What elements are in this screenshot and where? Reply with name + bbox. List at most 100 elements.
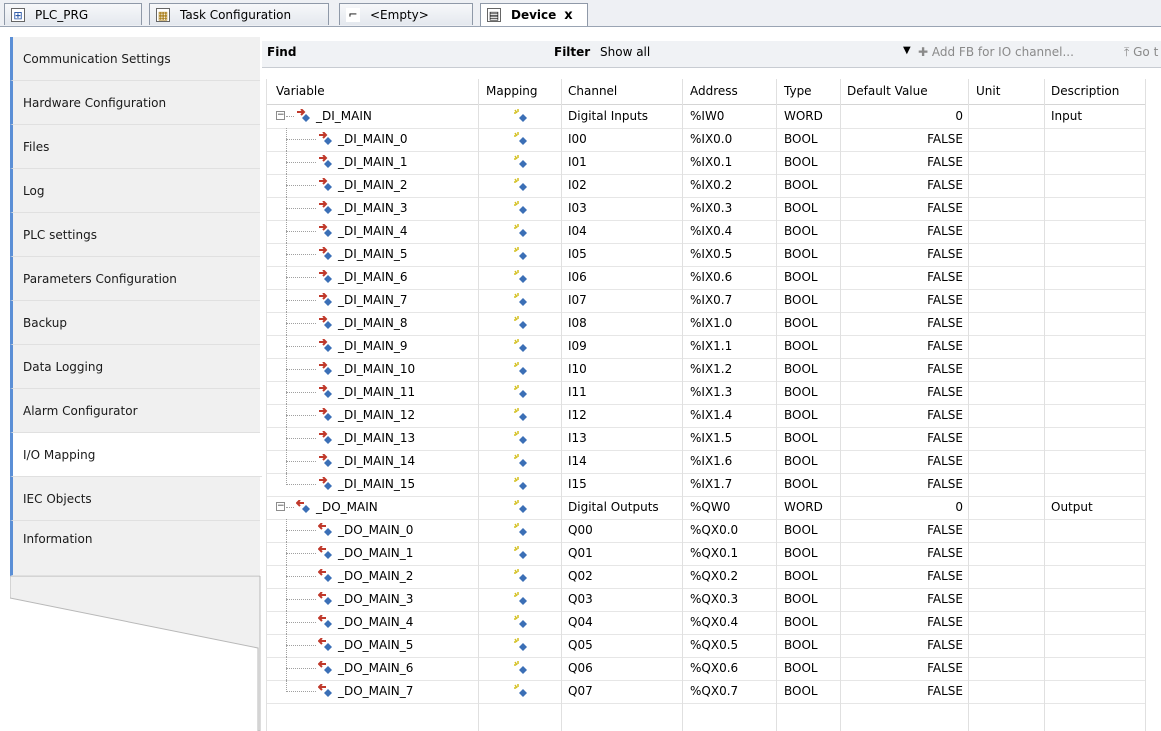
create-variable-mapping-icon[interactable]: [513, 523, 529, 537]
table-group-row[interactable]: − _DI_MAIN Digital Inputs %IW0 WORD 0 Input: [266, 105, 1146, 129]
column-header-channel[interactable]: Channel: [568, 84, 617, 98]
sidebar-item-backup[interactable]: Backup: [10, 301, 260, 345]
column-divider: [1044, 79, 1045, 731]
column-header-type[interactable]: Type: [784, 84, 812, 98]
column-header-unit[interactable]: Unit: [976, 84, 1000, 98]
create-variable-mapping-icon[interactable]: [513, 178, 529, 192]
filter-select[interactable]: Show all: [600, 45, 650, 59]
create-variable-mapping-icon[interactable]: [513, 431, 529, 445]
table-row[interactable]: _DO_MAIN_4 Q04 %QX0.4 BOOL FALSE: [266, 611, 1146, 635]
column-header-address[interactable]: Address: [690, 84, 738, 98]
create-variable-mapping-icon[interactable]: [513, 592, 529, 606]
create-variable-mapping-icon[interactable]: [513, 224, 529, 238]
sidebar-item-information[interactable]: Information: [10, 521, 260, 576]
table-row[interactable]: _DI_MAIN_3 I03 %IX0.3 BOOL FALSE: [266, 197, 1146, 221]
create-variable-mapping-icon[interactable]: [513, 270, 529, 284]
sidebar-item-log[interactable]: Log: [10, 169, 260, 213]
table-row[interactable]: _DI_MAIN_0 I00 %IX0.0 BOOL FALSE: [266, 128, 1146, 152]
table-row[interactable]: _DI_MAIN_8 I08 %IX1.0 BOOL FALSE: [266, 312, 1146, 336]
table-row[interactable]: _DI_MAIN_1 I01 %IX0.1 BOOL FALSE: [266, 151, 1146, 175]
address-cell: %IX0.5: [690, 247, 733, 261]
table-row[interactable]: _DO_MAIN_7 Q07 %QX0.7 BOOL FALSE: [266, 680, 1146, 704]
table-row[interactable]: _DI_MAIN_15 I15 %IX1.7 BOOL FALSE: [266, 473, 1146, 497]
table-row[interactable]: _DO_MAIN_1 Q01 %QX0.1 BOOL FALSE: [266, 542, 1146, 566]
sidebar-item-plc-settings[interactable]: PLC settings: [10, 213, 260, 257]
create-variable-mapping-icon[interactable]: [513, 454, 529, 468]
create-variable-mapping-icon[interactable]: [513, 293, 529, 307]
create-variable-mapping-icon[interactable]: [513, 201, 529, 215]
column-header-mapping[interactable]: Mapping: [486, 84, 538, 98]
type-cell: BOOL: [784, 224, 818, 238]
table-row[interactable]: _DI_MAIN_12 I12 %IX1.4 BOOL FALSE: [266, 404, 1146, 428]
create-variable-mapping-icon[interactable]: [513, 385, 529, 399]
create-variable-mapping-icon[interactable]: [513, 615, 529, 629]
table-row[interactable]: _DI_MAIN_13 I13 %IX1.5 BOOL FALSE: [266, 427, 1146, 451]
default-value-cell: FALSE: [927, 615, 963, 629]
find-label[interactable]: Find: [267, 45, 296, 59]
column-header-variable[interactable]: Variable: [276, 84, 325, 98]
channel-cell: I00: [568, 132, 587, 146]
create-variable-mapping-icon[interactable]: [513, 546, 529, 560]
sidebar-item-parameters-configuration[interactable]: Parameters Configuration: [10, 257, 260, 301]
create-variable-mapping-icon[interactable]: [513, 638, 529, 652]
create-variable-mapping-icon[interactable]: [513, 500, 529, 514]
sidebar-item-data-logging[interactable]: Data Logging: [10, 345, 260, 389]
table-group-row[interactable]: − _DO_MAIN Digital Outputs %QW0 WORD 0 Output: [266, 496, 1146, 520]
table-row[interactable]: _DO_MAIN_5 Q05 %QX0.5 BOOL FALSE: [266, 634, 1146, 658]
address-cell: %IX1.4: [690, 408, 733, 422]
sidebar-item-communication-settings[interactable]: Communication Settings: [10, 37, 260, 81]
sidebar-item-io-mapping[interactable]: I/O Mapping: [10, 433, 262, 477]
table-row[interactable]: _DO_MAIN_3 Q03 %QX0.3 BOOL FALSE: [266, 588, 1146, 612]
variable-cell: _DI_MAIN_7: [338, 293, 408, 307]
create-variable-mapping-icon[interactable]: [513, 109, 529, 123]
sidebar-item-files[interactable]: Files: [10, 125, 260, 169]
default-value-cell: FALSE: [927, 454, 963, 468]
collapse-icon[interactable]: −: [276, 111, 285, 120]
close-icon[interactable]: x: [564, 8, 572, 23]
goto-button[interactable]: ⤒ Go t: [1124, 45, 1158, 60]
table-row[interactable]: _DO_MAIN_6 Q06 %QX0.6 BOOL FALSE: [266, 657, 1146, 681]
input-variable-icon: [318, 315, 334, 330]
create-variable-mapping-icon[interactable]: [513, 362, 529, 376]
type-cell: BOOL: [784, 546, 818, 560]
table-row[interactable]: _DI_MAIN_6 I06 %IX0.6 BOOL FALSE: [266, 266, 1146, 290]
tab-device[interactable]: ▤ Device x: [480, 3, 588, 26]
table-row[interactable]: _DO_MAIN_2 Q02 %QX0.2 BOOL FALSE: [266, 565, 1146, 589]
table-row[interactable]: _DI_MAIN_2 I02 %IX0.2 BOOL FALSE: [266, 174, 1146, 198]
table-row[interactable]: _DI_MAIN_14 I14 %IX1.6 BOOL FALSE: [266, 450, 1146, 474]
variable-cell: _DI_MAIN: [316, 109, 372, 123]
collapse-icon[interactable]: −: [276, 502, 285, 511]
table-row[interactable]: _DO_MAIN_0 Q00 %QX0.0 BOOL FALSE: [266, 519, 1146, 543]
output-variable-icon: [317, 568, 334, 583]
add-fb-button[interactable]: ✚ Add FB for IO channel...: [918, 45, 1074, 59]
create-variable-mapping-icon[interactable]: [513, 408, 529, 422]
tab-empty[interactable]: ⌐ <Empty>: [339, 3, 473, 25]
channel-cell: I07: [568, 293, 587, 307]
create-variable-mapping-icon[interactable]: [513, 477, 529, 491]
table-row[interactable]: _DI_MAIN_10 I10 %IX1.2 BOOL FALSE: [266, 358, 1146, 382]
create-variable-mapping-icon[interactable]: [513, 661, 529, 675]
create-variable-mapping-icon[interactable]: [513, 569, 529, 583]
create-variable-mapping-icon[interactable]: [513, 316, 529, 330]
table-row[interactable]: _DI_MAIN_5 I05 %IX0.5 BOOL FALSE: [266, 243, 1146, 267]
create-variable-mapping-icon[interactable]: [513, 339, 529, 353]
tab-plc-prg[interactable]: ⊞ PLC_PRG: [4, 3, 142, 25]
create-variable-mapping-icon[interactable]: [513, 132, 529, 146]
table-row[interactable]: _DI_MAIN_11 I11 %IX1.3 BOOL FALSE: [266, 381, 1146, 405]
input-variable-icon: [318, 384, 334, 399]
create-variable-mapping-icon[interactable]: [513, 247, 529, 261]
column-header-description[interactable]: Description: [1051, 84, 1119, 98]
table-row[interactable]: _DI_MAIN_4 I04 %IX0.4 BOOL FALSE: [266, 220, 1146, 244]
table-row[interactable]: _DI_MAIN_7 I07 %IX0.7 BOOL FALSE: [266, 289, 1146, 313]
chevron-down-icon[interactable]: ▼: [903, 45, 911, 56]
address-cell: %IX1.2: [690, 362, 733, 376]
sidebar-item-alarm-configurator[interactable]: Alarm Configurator: [10, 389, 260, 433]
tab-task-configuration[interactable]: ▦ Task Configuration: [149, 3, 329, 25]
create-variable-mapping-icon[interactable]: [513, 684, 529, 698]
sidebar-item-iec-objects[interactable]: IEC Objects: [10, 477, 260, 521]
address-cell: %IX1.6: [690, 454, 733, 468]
sidebar-item-hardware-configuration[interactable]: Hardware Configuration: [10, 81, 260, 125]
column-header-default-value[interactable]: Default Value: [847, 84, 928, 98]
create-variable-mapping-icon[interactable]: [513, 155, 529, 169]
table-row[interactable]: _DI_MAIN_9 I09 %IX1.1 BOOL FALSE: [266, 335, 1146, 359]
